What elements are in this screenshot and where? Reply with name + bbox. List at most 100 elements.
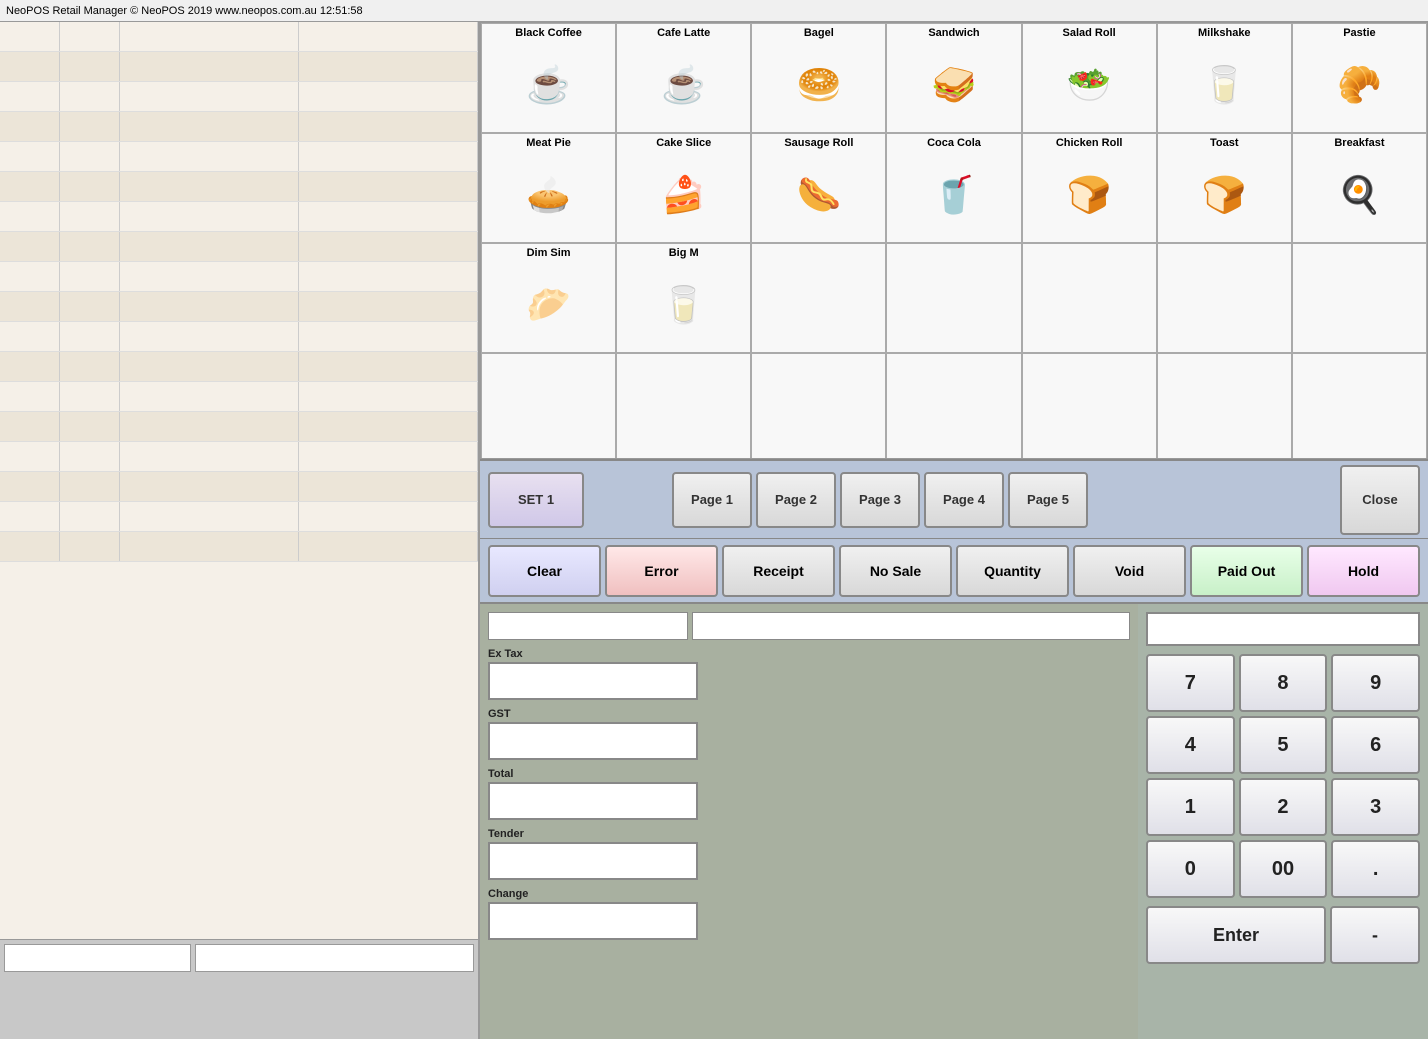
numpad-button-0[interactable]: 0 [1146,840,1235,898]
product-cell[interactable]: Pastie🥐 [1292,23,1427,133]
table-row[interactable] [0,532,478,562]
product-cell[interactable]: Cafe Latte☕ [616,23,751,133]
numpad-button-dot[interactable]: . [1331,840,1420,898]
product-cell[interactable]: Dim Sim🥟 [481,243,616,353]
void-button[interactable]: Void [1073,545,1186,597]
table-cell [0,232,60,261]
table-row[interactable] [0,112,478,142]
product-cell[interactable]: Cake Slice🍰 [616,133,751,243]
receipt-field-2[interactable] [692,612,1130,640]
clear-button[interactable]: Clear [488,545,601,597]
page4-button[interactable]: Page 4 [924,472,1004,528]
table-row[interactable] [0,442,478,472]
numpad-button-5[interactable]: 5 [1239,716,1328,774]
product-cell[interactable]: Chicken Roll🍞 [1022,133,1157,243]
numpad-button-8[interactable]: 8 [1239,654,1328,712]
set1-button[interactable]: SET 1 [488,472,584,528]
function-buttons-bar: Clear Error Receipt No Sale Quantity Voi… [480,539,1428,604]
numpad-button-6[interactable]: 6 [1331,716,1420,774]
product-cell[interactable] [1292,243,1427,353]
product-cell[interactable]: Breakfast🍳 [1292,133,1427,243]
product-cell[interactable] [751,353,886,459]
table-row[interactable] [0,202,478,232]
product-cell[interactable]: Black Coffee☕ [481,23,616,133]
table-row[interactable] [0,292,478,322]
enter-button[interactable]: Enter [1146,906,1326,964]
minus-button[interactable]: - [1330,906,1420,964]
table-cell [60,382,120,411]
table-cell [60,442,120,471]
product-cell[interactable] [1157,353,1292,459]
product-cell[interactable] [481,353,616,459]
table-row[interactable] [0,352,478,382]
product-cell[interactable]: Coca Cola🥤 [886,133,1021,243]
product-cell[interactable]: Sandwich🥪 [886,23,1021,133]
numpad-button-2[interactable]: 2 [1239,778,1328,836]
product-image: 🥛 [1202,40,1247,130]
table-cell [0,382,60,411]
product-cell[interactable] [1292,353,1427,459]
numpad-button-4[interactable]: 4 [1146,716,1235,774]
table-row[interactable] [0,412,478,442]
numpad-display[interactable] [1146,612,1420,646]
product-cell[interactable] [1157,243,1292,353]
gst-input[interactable] [488,722,698,760]
table-row[interactable] [0,502,478,532]
numpad-button-3[interactable]: 3 [1331,778,1420,836]
numpad-button-7[interactable]: 7 [1146,654,1235,712]
product-cell[interactable] [751,243,886,353]
table-row[interactable] [0,142,478,172]
product-cell[interactable]: Big M🥛 [616,243,751,353]
table-row[interactable] [0,22,478,52]
product-cell[interactable] [616,353,751,459]
tender-input[interactable] [488,842,698,880]
product-cell[interactable]: Toast🍞 [1157,133,1292,243]
paidout-button[interactable]: Paid Out [1190,545,1303,597]
error-button[interactable]: Error [605,545,718,597]
product-cell[interactable] [886,243,1021,353]
product-cell[interactable]: Meat Pie🥧 [481,133,616,243]
change-input[interactable] [488,902,698,940]
table-row[interactable] [0,232,478,262]
table-row[interactable] [0,82,478,112]
product-cell[interactable] [1022,353,1157,459]
table-row[interactable] [0,52,478,82]
product-cell[interactable]: Sausage Roll🌭 [751,133,886,243]
table-row[interactable] [0,472,478,502]
product-cell[interactable] [1022,243,1157,353]
product-cell[interactable]: Bagel🥯 [751,23,886,133]
table-cell [120,412,299,441]
product-name: Meat Pie [484,136,613,150]
numpad-button-1[interactable]: 1 [1146,778,1235,836]
nosale-button[interactable]: No Sale [839,545,952,597]
product-grid: Black Coffee☕Cafe Latte☕Bagel🥯Sandwich🥪S… [480,22,1428,459]
table-row[interactable] [0,172,478,202]
receipt-field-1[interactable] [488,612,688,640]
numpad-button-9[interactable]: 9 [1331,654,1420,712]
table-cell [299,202,478,231]
page5-button[interactable]: Page 5 [1008,472,1088,528]
quantity-button[interactable]: Quantity [956,545,1069,597]
page1-button[interactable]: Page 1 [672,472,752,528]
extax-input[interactable] [488,662,698,700]
table-row[interactable] [0,262,478,292]
page3-button[interactable]: Page 3 [840,472,920,528]
table-row[interactable] [0,322,478,352]
product-image: 🥪 [932,40,977,130]
change-field: Change [488,888,1130,940]
tender-field: Tender [488,828,1130,880]
total-input[interactable] [488,782,698,820]
receipt-button[interactable]: Receipt [722,545,835,597]
product-cell[interactable] [886,353,1021,459]
bottom-input-1[interactable] [4,944,191,972]
close-button[interactable]: Close [1340,465,1420,535]
table-row[interactable] [0,382,478,412]
product-cell[interactable]: Salad Roll🥗 [1022,23,1157,133]
numpad-button-00[interactable]: 00 [1239,840,1328,898]
page2-button[interactable]: Page 2 [756,472,836,528]
product-name: Milkshake [1160,26,1289,40]
product-cell[interactable]: Milkshake🥛 [1157,23,1292,133]
bottom-input-2[interactable] [195,944,474,972]
bottom-section: Ex Tax GST Total Tender Change [480,604,1428,1039]
hold-button[interactable]: Hold [1307,545,1420,597]
